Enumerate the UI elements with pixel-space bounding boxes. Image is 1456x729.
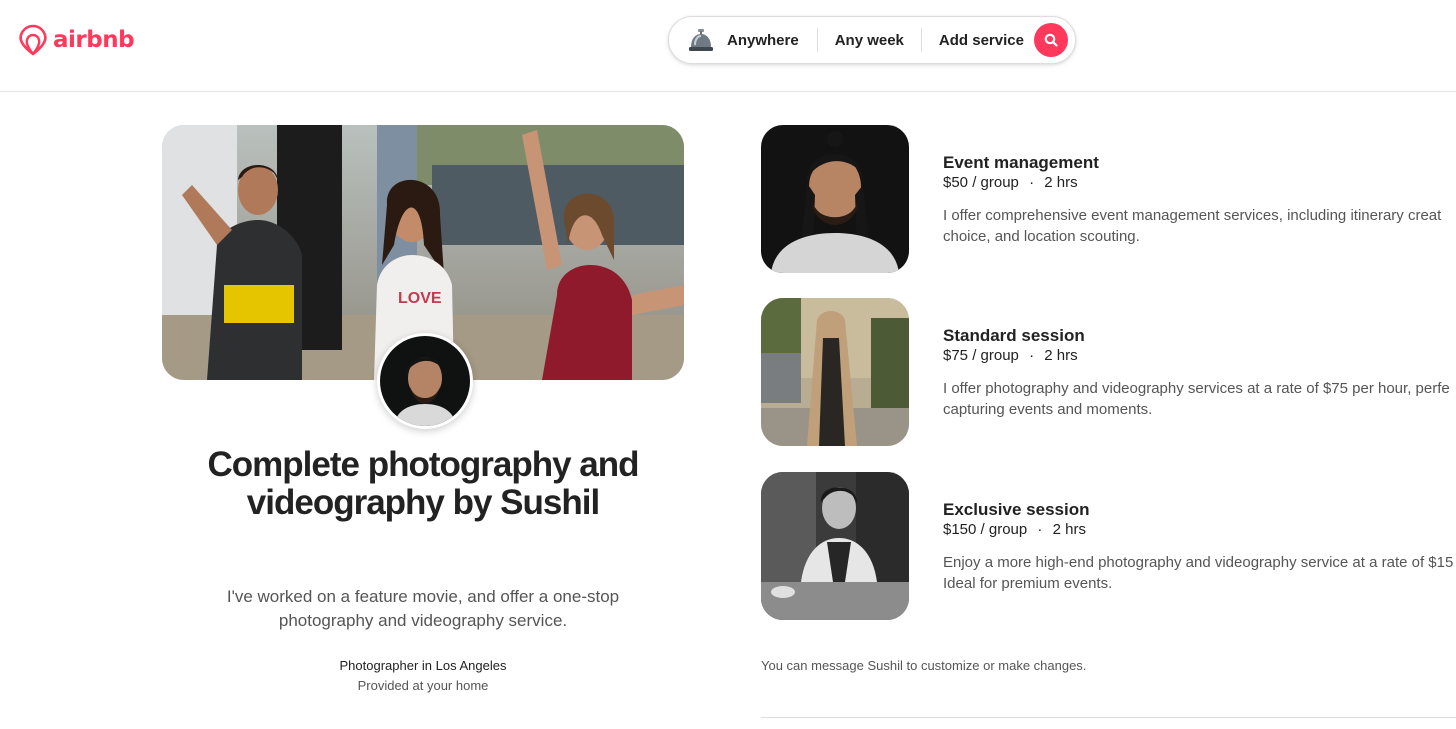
top-header: airbnb Anywhere Any week Add service xyxy=(0,0,1456,92)
search-bar[interactable]: Anywhere Any week Add service xyxy=(668,16,1076,64)
service-photo xyxy=(761,125,909,273)
service-description-line: capturing events and moments. xyxy=(943,401,1153,418)
pill-divider xyxy=(920,28,922,52)
listing-description: I've worked on a feature movie, and offe… xyxy=(226,587,620,630)
service-photo xyxy=(761,472,909,620)
service-price-duration: $50 / group · 2 hrs xyxy=(943,174,1078,191)
service-description-line: Ideal for premium events. xyxy=(943,575,1113,592)
service-price: $75 / group xyxy=(943,347,1019,364)
service-location: Provided at your home xyxy=(357,678,489,693)
service-photo xyxy=(761,298,909,446)
host-role: Photographer in Los Angeles xyxy=(339,658,507,673)
logo-text: airbnb xyxy=(53,27,135,53)
service-thumbnail-standard-session[interactable] xyxy=(761,298,909,446)
service-description-line: Enjoy a more high-end photography and vi… xyxy=(943,554,1454,571)
service-name[interactable]: Event management xyxy=(943,153,1099,173)
service-price-duration: $150 / group · 2 hrs xyxy=(943,521,1086,538)
separator-dot: · xyxy=(1029,174,1035,191)
service-description-line: I offer photography and videography serv… xyxy=(943,380,1450,397)
separator-dot: · xyxy=(1037,521,1043,538)
any-week-filter[interactable]: Any week xyxy=(835,32,904,49)
service-description-line: choice, and location scouting. xyxy=(943,228,1140,245)
service-description: I offer comprehensive event management s… xyxy=(943,205,1456,247)
service-description: I offer photography and videography serv… xyxy=(943,378,1456,420)
service-duration: 2 hrs xyxy=(1052,521,1086,538)
service-name[interactable]: Exclusive session xyxy=(943,500,1089,520)
host-avatar[interactable] xyxy=(377,333,473,429)
airbnb-belo-icon xyxy=(19,24,47,56)
svg-text:LOVE: LOVE xyxy=(398,290,442,307)
service-bell-icon xyxy=(689,29,713,51)
listing-title: Complete photography and videography by … xyxy=(207,445,640,522)
service-duration: 2 hrs xyxy=(1044,174,1078,191)
host-avatar-art xyxy=(380,336,470,426)
search-button[interactable] xyxy=(1034,23,1068,57)
service-price-duration: $75 / group · 2 hrs xyxy=(943,347,1078,364)
add-service-filter[interactable]: Add service xyxy=(939,32,1024,49)
search-icon xyxy=(1044,33,1058,47)
service-thumbnail-exclusive-session[interactable] xyxy=(761,472,909,620)
service-duration: 2 hrs xyxy=(1044,347,1078,364)
service-price: $150 / group xyxy=(943,521,1028,538)
separator-dot: · xyxy=(1029,347,1035,364)
service-description: Enjoy a more high-end photography and vi… xyxy=(943,552,1456,594)
service-price: $50 / group xyxy=(943,174,1019,191)
airbnb-logo[interactable]: airbnb xyxy=(17,22,135,58)
service-name[interactable]: Standard session xyxy=(943,326,1085,346)
pill-divider xyxy=(816,28,818,52)
service-description-line: I offer comprehensive event management s… xyxy=(943,207,1442,224)
anywhere-filter[interactable]: Anywhere xyxy=(727,32,799,49)
section-divider xyxy=(761,717,1456,718)
service-thumbnail-event-management[interactable] xyxy=(761,125,909,273)
customize-note: You can message Sushil to customize or m… xyxy=(761,658,1087,673)
